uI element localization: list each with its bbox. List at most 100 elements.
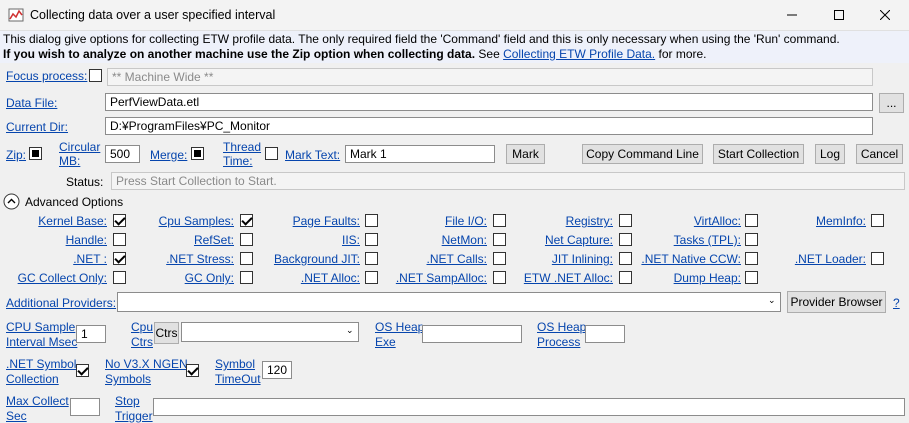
- cpu-sample-label-2[interactable]: Interval Msec: [6, 335, 77, 349]
- net-symbol-checkbox[interactable]: [76, 364, 89, 377]
- provider-label-net-alloc[interactable]: .NET Alloc:: [301, 271, 360, 285]
- provider-label-jit-inlining[interactable]: JIT Inlining:: [552, 252, 613, 266]
- provider-checkbox-net-capture[interactable]: [619, 233, 632, 246]
- provider-checkbox-virtalloc[interactable]: [745, 214, 758, 227]
- provider-label-gc-only[interactable]: GC Only:: [185, 271, 234, 285]
- additional-providers-label[interactable]: Additional Providers:: [6, 296, 116, 310]
- provider-checkbox-handle[interactable]: [113, 233, 126, 246]
- focus-process-label[interactable]: Focus process:: [6, 69, 87, 83]
- no-ngen-label-1[interactable]: No V3.X NGEN: [105, 357, 188, 371]
- circular-mb-label-1[interactable]: Circular: [59, 140, 100, 154]
- os-heap-exe-input[interactable]: [422, 325, 522, 343]
- provider-label-netmon[interactable]: NetMon:: [442, 233, 487, 247]
- mark-button[interactable]: Mark: [506, 144, 545, 164]
- no-ngen-checkbox[interactable]: [186, 364, 199, 377]
- cpu-ctrs-combo[interactable]: [181, 322, 359, 342]
- provider-checkbox-refset[interactable]: [240, 233, 253, 246]
- provider-checkbox-net-alloc[interactable]: [365, 271, 378, 284]
- provider-label-net-calls[interactable]: .NET Calls:: [427, 252, 487, 266]
- os-heap-process-label-2[interactable]: Process: [537, 335, 580, 349]
- provider-label-virtalloc[interactable]: VirtAlloc:: [694, 214, 741, 228]
- provider-checkbox-meminfo[interactable]: [871, 214, 884, 227]
- net-symbol-label-2[interactable]: Collection: [6, 372, 59, 386]
- mark-text-label[interactable]: Mark Text:: [285, 148, 340, 162]
- minimize-button[interactable]: [769, 0, 815, 30]
- provider-label-refset[interactable]: RefSet:: [194, 233, 234, 247]
- provider-label-kernel-base[interactable]: Kernel Base:: [38, 214, 107, 228]
- no-ngen-label-2[interactable]: Symbols: [105, 372, 151, 386]
- provider-label-etw-net-alloc[interactable]: ETW .NET Alloc:: [524, 271, 613, 285]
- provider-browser-button[interactable]: Provider Browser: [787, 291, 886, 313]
- log-button[interactable]: Log: [815, 144, 845, 164]
- start-collection-button[interactable]: Start Collection: [713, 144, 804, 164]
- provider-label-cpu-samples[interactable]: Cpu Samples:: [159, 214, 234, 228]
- provider-checkbox-net-calls[interactable]: [493, 252, 506, 265]
- provider-checkbox-netmon[interactable]: [493, 233, 506, 246]
- os-heap-process-label-1[interactable]: OS Heap: [537, 320, 586, 334]
- net-symbol-label-1[interactable]: .NET Symbol: [6, 357, 76, 371]
- help-link[interactable]: ?: [893, 296, 900, 310]
- symbol-timeout-label-1[interactable]: Symbol: [215, 357, 255, 371]
- thread-time-checkbox[interactable]: [265, 147, 278, 160]
- advanced-options-toggle[interactable]: [3, 193, 20, 210]
- provider-checkbox-gc-collect-only[interactable]: [113, 271, 126, 284]
- provider-checkbox-jit-inlining[interactable]: [619, 252, 632, 265]
- additional-providers-combo[interactable]: [117, 292, 781, 312]
- data-file-input[interactable]: PerfViewData.etl: [105, 93, 873, 111]
- os-heap-exe-label-1[interactable]: OS Heap: [375, 320, 424, 334]
- maximize-button[interactable]: [816, 0, 862, 30]
- stop-trigger-label-1[interactable]: Stop: [115, 394, 140, 408]
- provider-label-net-native-ccw[interactable]: .NET Native CCW:: [641, 252, 741, 266]
- data-file-label[interactable]: Data File:: [6, 96, 57, 110]
- provider-checkbox-tasks-tpl[interactable]: [745, 233, 758, 246]
- provider-checkbox-page-faults[interactable]: [365, 214, 378, 227]
- provider-label-net-sampalloc[interactable]: .NET SampAlloc:: [396, 271, 487, 285]
- cpu-sample-input[interactable]: 1: [76, 325, 106, 343]
- provider-label-net-stress[interactable]: .NET Stress:: [166, 252, 234, 266]
- os-heap-process-input[interactable]: [585, 325, 625, 343]
- mark-text-input[interactable]: Mark 1: [345, 145, 495, 163]
- symbol-timeout-input[interactable]: 120: [262, 361, 292, 379]
- focus-process-checkbox[interactable]: [89, 69, 102, 82]
- cpu-sample-label-1[interactable]: CPU Sample: [6, 320, 75, 334]
- zip-checkbox[interactable]: [29, 147, 42, 160]
- max-collect-label-1[interactable]: Max Collect: [6, 394, 69, 408]
- provider-label-net[interactable]: .NET :: [73, 252, 107, 266]
- collecting-etw-link[interactable]: Collecting ETW Profile Data.: [503, 47, 655, 61]
- provider-checkbox-registry[interactable]: [619, 214, 632, 227]
- provider-checkbox-net-sampalloc[interactable]: [493, 271, 506, 284]
- provider-label-background-jit[interactable]: Background JIT:: [274, 252, 360, 266]
- provider-checkbox-iis[interactable]: [365, 233, 378, 246]
- thread-time-label-1[interactable]: Thread: [223, 140, 261, 154]
- copy-command-line-button[interactable]: Copy Command Line: [582, 144, 703, 164]
- merge-label[interactable]: Merge:: [150, 148, 187, 162]
- os-heap-exe-label-2[interactable]: Exe: [375, 335, 396, 349]
- merge-checkbox[interactable]: [191, 147, 204, 160]
- provider-label-registry[interactable]: Registry:: [566, 214, 613, 228]
- circular-mb-input[interactable]: 500: [105, 145, 140, 163]
- symbol-timeout-label-2[interactable]: TimeOut: [215, 372, 261, 386]
- provider-checkbox-background-jit[interactable]: [365, 252, 378, 265]
- provider-checkbox-net-native-ccw[interactable]: [745, 252, 758, 265]
- provider-label-tasks-tpl[interactable]: Tasks (TPL):: [674, 233, 741, 247]
- browse-data-file-button[interactable]: ...: [879, 93, 904, 113]
- cpu-ctrs-label-1[interactable]: Cpu: [131, 320, 153, 334]
- close-button[interactable]: [862, 0, 908, 30]
- cpu-ctrs-label-2[interactable]: Ctrs: [131, 335, 153, 349]
- provider-checkbox-net[interactable]: [113, 252, 126, 265]
- ctrs-button[interactable]: Ctrs: [154, 322, 179, 344]
- provider-checkbox-kernel-base[interactable]: [113, 214, 126, 227]
- circular-mb-label-2[interactable]: MB:: [59, 154, 80, 168]
- provider-checkbox-dump-heap[interactable]: [745, 271, 758, 284]
- provider-label-net-capture[interactable]: Net Capture:: [545, 233, 613, 247]
- zip-label[interactable]: Zip:: [6, 148, 26, 162]
- provider-checkbox-cpu-samples[interactable]: [240, 214, 253, 227]
- current-dir-input[interactable]: D:¥ProgramFiles¥PC_Monitor: [105, 117, 873, 135]
- stop-trigger-label-2[interactable]: Trigger: [115, 409, 153, 423]
- max-collect-input[interactable]: [70, 398, 100, 416]
- cancel-button[interactable]: Cancel: [856, 144, 903, 164]
- focus-process-input[interactable]: ** Machine Wide **: [107, 68, 873, 86]
- provider-label-net-loader[interactable]: .NET Loader:: [795, 252, 866, 266]
- provider-label-page-faults[interactable]: Page Faults:: [293, 214, 360, 228]
- current-dir-label[interactable]: Current Dir:: [6, 120, 68, 134]
